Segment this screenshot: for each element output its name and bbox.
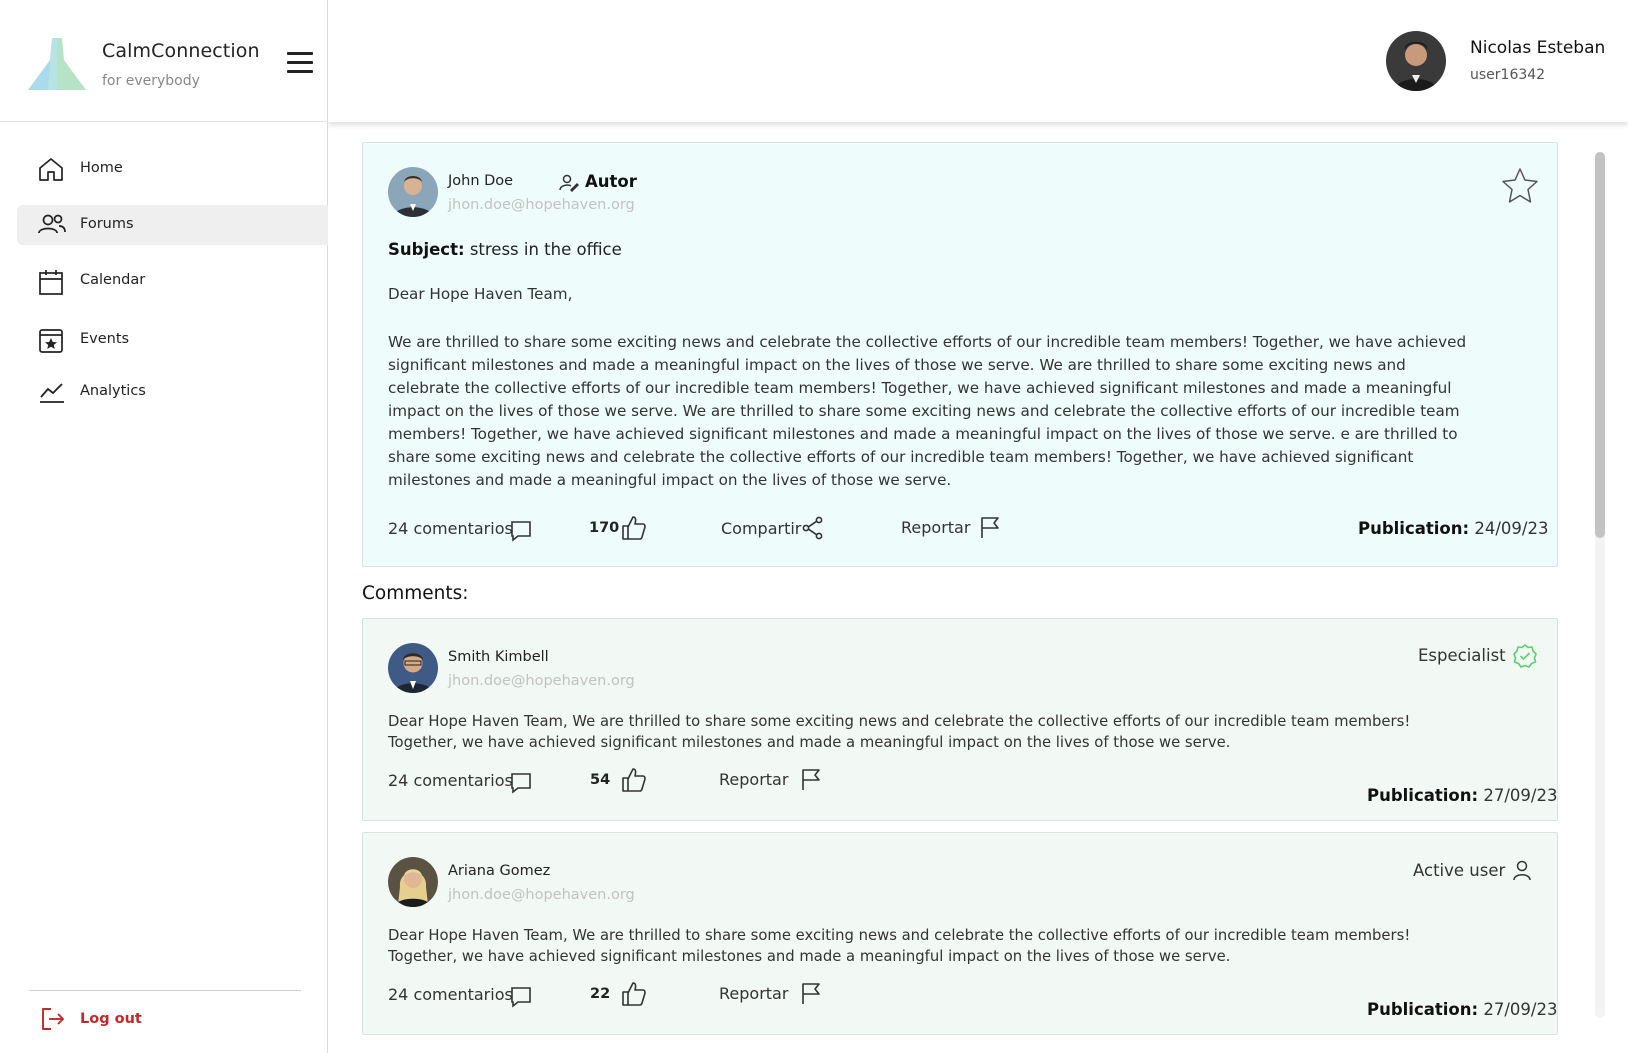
flag-icon[interactable]	[799, 981, 823, 1005]
thumbs-up-icon[interactable]	[621, 515, 647, 541]
brand-tagline: for everybody	[102, 73, 200, 89]
author-avatar[interactable]	[388, 167, 438, 217]
post-subject: Subject: stress in the office	[388, 240, 622, 259]
likes-count: 170	[589, 520, 620, 536]
publication-label: Publication:	[1367, 1000, 1479, 1019]
publication-date: Publication: 27/09/23	[1367, 786, 1557, 805]
comments-count[interactable]: 24 comentarios	[388, 519, 513, 538]
author-name: John Doe	[448, 173, 514, 189]
sidebar: CalmConnection for everybody Home Forums…	[0, 0, 328, 1053]
nav-item-analytics[interactable]: Analytics	[17, 372, 328, 412]
nav-label: Forums	[80, 216, 134, 232]
commenter-email: jhon.doe@hopehaven.org	[448, 887, 635, 903]
nav-label: Events	[80, 331, 130, 347]
report-button-label[interactable]: Reportar	[901, 518, 970, 537]
flag-icon[interactable]	[978, 515, 1002, 539]
author-role: Autor	[585, 172, 637, 191]
hamburger-bar	[287, 52, 313, 55]
nav-label: Analytics	[80, 383, 146, 399]
logout-button[interactable]: Log out	[38, 1004, 168, 1034]
comments-count[interactable]: 24 comentarios	[388, 985, 513, 1004]
nav-item-events[interactable]: Events	[17, 320, 328, 360]
star-calendar-icon	[39, 329, 63, 353]
share-button-label[interactable]: Compartir	[721, 519, 801, 538]
scrollbar-thumb[interactable]	[1595, 152, 1605, 538]
commenter-name: Smith Kimbell	[448, 649, 549, 665]
subject-label: Subject:	[388, 240, 465, 259]
comment-body: Dear Hope Haven Team, We are thrilled to…	[388, 927, 1411, 965]
post-card: John Doe Autor jhon.doe@hopehaven.org Su…	[362, 142, 1558, 567]
comments-count[interactable]: 24 comentarios	[388, 771, 513, 790]
subject-text: stress in the office	[469, 240, 622, 259]
nav-item-calendar[interactable]: Calendar	[17, 261, 328, 301]
trend-line-icon	[40, 383, 64, 403]
users-icon	[38, 214, 66, 234]
nav-label: Home	[80, 160, 123, 176]
comment-card: Smith Kimbell jhon.doe@hopehaven.org Esp…	[362, 618, 1558, 821]
nav-item-forums[interactable]: Forums	[17, 205, 328, 245]
verified-check-icon	[1513, 644, 1537, 668]
author-pen-icon	[559, 174, 579, 193]
calendar-icon	[39, 270, 63, 295]
likes-count: 54	[590, 772, 611, 788]
user-icon	[1513, 860, 1531, 881]
hamburger-bar	[287, 61, 313, 64]
publication-date: Publication: 27/09/23	[1367, 1000, 1557, 1019]
report-button-label[interactable]: Reportar	[719, 770, 788, 789]
publication-date-value: 27/09/23	[1483, 786, 1558, 805]
publication-date-value: 24/09/23	[1474, 519, 1549, 538]
publication-date: Publication: 24/09/23	[1358, 519, 1548, 538]
logout-icon	[42, 1008, 64, 1030]
user-name: Nicolas Esteban	[1470, 38, 1606, 58]
logout-label: Log out	[80, 1011, 142, 1027]
commenter-email: jhon.doe@hopehaven.org	[448, 673, 635, 689]
likes-count: 22	[590, 986, 611, 1002]
menu-toggle-button[interactable]	[287, 52, 313, 76]
nav-item-home[interactable]: Home	[17, 149, 328, 189]
top-header: Nicolas Esteban user16342	[328, 0, 1628, 122]
favorite-star-icon[interactable]	[1501, 167, 1539, 205]
calmconnection-logo	[28, 38, 86, 90]
home-icon	[39, 158, 63, 181]
post-body: We are thrilled to share some exciting n…	[388, 333, 1467, 489]
commenter-role-badge: Active user	[1413, 861, 1506, 880]
publication-label: Publication:	[1358, 519, 1470, 538]
report-button-label[interactable]: Reportar	[719, 984, 788, 1003]
user-avatar[interactable]	[1386, 31, 1446, 91]
scrollbar-track[interactable]	[1595, 152, 1605, 1018]
brand-header: CalmConnection for everybody	[0, 0, 328, 122]
hamburger-bar	[287, 70, 313, 73]
comment-card: Ariana Gomez jhon.doe@hopehaven.org Acti…	[362, 832, 1558, 1035]
share-icon[interactable]	[801, 516, 825, 540]
commenter-avatar[interactable]	[388, 857, 438, 907]
commenter-role-badge: Especialist	[1418, 646, 1506, 665]
comment-icon[interactable]	[509, 771, 533, 795]
comment-icon[interactable]	[509, 985, 533, 1009]
comment-icon[interactable]	[509, 519, 533, 543]
comments-heading: Comments:	[362, 583, 469, 604]
author-email: jhon.doe@hopehaven.org	[448, 197, 635, 213]
post-greeting: Dear Hope Haven Team,	[388, 285, 573, 303]
brand-name: CalmConnection	[102, 40, 260, 62]
divider	[29, 990, 301, 991]
publication-label: Publication:	[1367, 786, 1479, 805]
comment-body: Dear Hope Haven Team, We are thrilled to…	[388, 713, 1411, 751]
publication-date-value: 27/09/23	[1483, 1000, 1558, 1019]
user-handle: user16342	[1470, 67, 1546, 83]
thumbs-up-icon[interactable]	[621, 767, 647, 793]
commenter-name: Ariana Gomez	[448, 863, 551, 879]
thumbs-up-icon[interactable]	[621, 981, 647, 1007]
commenter-avatar[interactable]	[388, 643, 438, 693]
nav-label: Calendar	[80, 272, 146, 288]
flag-icon[interactable]	[799, 767, 823, 791]
